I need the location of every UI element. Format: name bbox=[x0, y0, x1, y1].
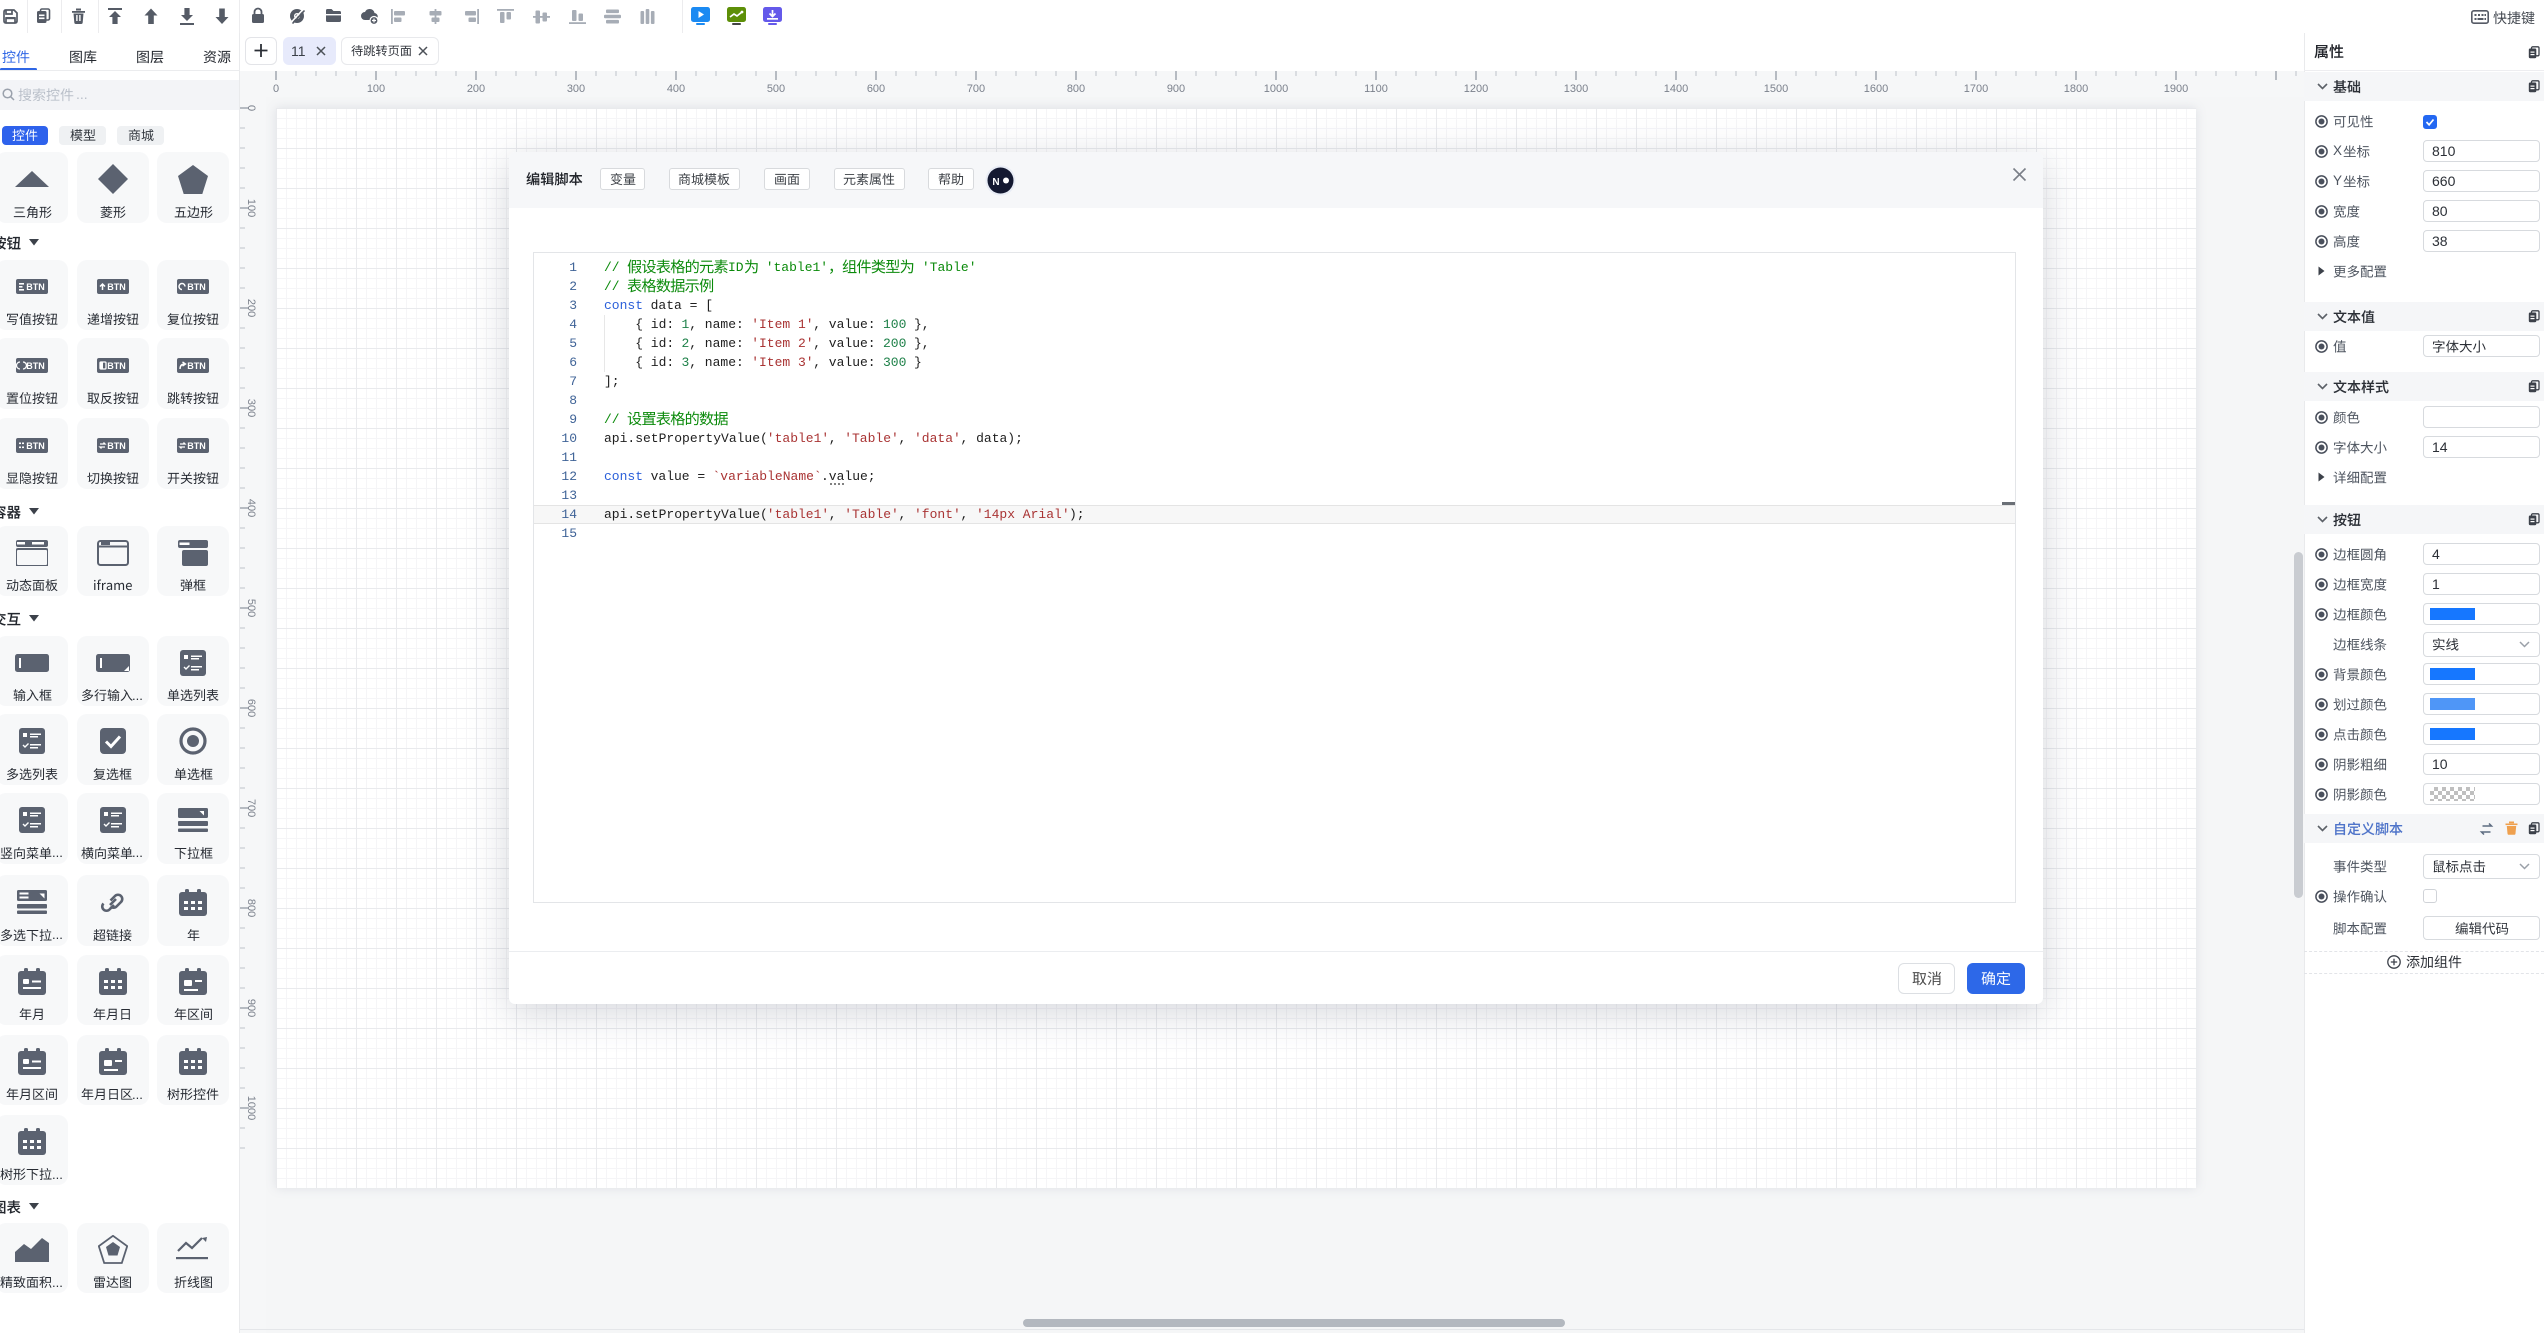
svg-text:BTN: BTN bbox=[26, 282, 45, 292]
svg-text:1200: 1200 bbox=[1464, 83, 1488, 95]
svg-text:1700: 1700 bbox=[1964, 83, 1988, 95]
svg-text:300: 300 bbox=[567, 83, 585, 95]
svg-text:1100: 1100 bbox=[1364, 83, 1388, 95]
svg-text:100: 100 bbox=[245, 199, 257, 217]
svg-text:1600: 1600 bbox=[1864, 83, 1888, 95]
svg-text:500: 500 bbox=[245, 599, 257, 617]
svg-text:1500: 1500 bbox=[1764, 83, 1788, 95]
svg-text:1800: 1800 bbox=[2064, 83, 2088, 95]
svg-text:900: 900 bbox=[1167, 83, 1185, 95]
svg-text:1300: 1300 bbox=[1564, 83, 1588, 95]
svg-text:1400: 1400 bbox=[1664, 83, 1688, 95]
svg-text:700: 700 bbox=[245, 799, 257, 817]
svg-text:0: 0 bbox=[245, 105, 257, 111]
svg-text:1000: 1000 bbox=[245, 1096, 257, 1120]
svg-text:0: 0 bbox=[273, 83, 279, 95]
svg-text:400: 400 bbox=[245, 499, 257, 517]
svg-text:BTN: BTN bbox=[26, 361, 45, 371]
svg-text:500: 500 bbox=[767, 83, 785, 95]
svg-text:100: 100 bbox=[367, 83, 385, 95]
svg-text:BTN: BTN bbox=[187, 441, 206, 451]
svg-text:900: 900 bbox=[245, 999, 257, 1017]
svg-text:1000: 1000 bbox=[1264, 83, 1288, 95]
svg-text:200: 200 bbox=[467, 83, 485, 95]
svg-text:BTN: BTN bbox=[107, 361, 126, 371]
svg-text:N: N bbox=[992, 177, 999, 188]
svg-text:BTN: BTN bbox=[107, 282, 126, 292]
svg-text:700: 700 bbox=[967, 83, 985, 95]
svg-text:800: 800 bbox=[245, 899, 257, 917]
svg-text:BTN: BTN bbox=[187, 282, 206, 292]
svg-text:400: 400 bbox=[667, 83, 685, 95]
svg-text:BTN: BTN bbox=[187, 361, 206, 371]
svg-text:BTN: BTN bbox=[26, 441, 45, 451]
svg-text:1900: 1900 bbox=[2164, 83, 2188, 95]
svg-text:800: 800 bbox=[1067, 83, 1085, 95]
svg-text:600: 600 bbox=[245, 699, 257, 717]
svg-text:BTN: BTN bbox=[107, 441, 126, 451]
svg-text:300: 300 bbox=[245, 399, 257, 417]
svg-text:600: 600 bbox=[867, 83, 885, 95]
svg-text:200: 200 bbox=[245, 299, 257, 317]
